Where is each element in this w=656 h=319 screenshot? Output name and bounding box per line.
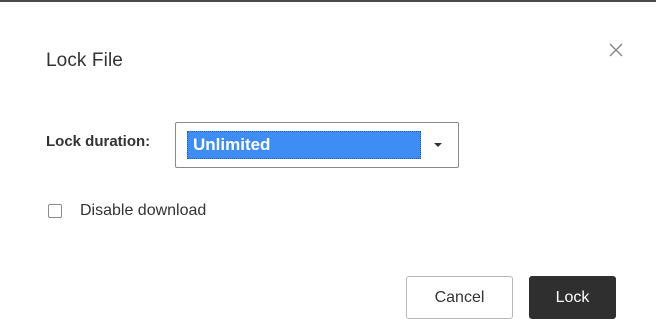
- disable-download-label[interactable]: Disable download: [80, 202, 206, 220]
- lock-duration-select[interactable]: Unlimited: [175, 122, 459, 168]
- close-button[interactable]: [605, 39, 627, 61]
- cancel-button[interactable]: Cancel: [406, 276, 513, 319]
- disable-download-checkbox[interactable]: [48, 204, 62, 218]
- lock-button[interactable]: Lock: [529, 276, 616, 319]
- lock-file-dialog: Lock File Lock duration: Unlimited Disab…: [0, 0, 656, 319]
- dialog-top-border: [0, 0, 656, 2]
- lock-duration-label: Lock duration:: [46, 133, 151, 150]
- dialog-title: Lock File: [46, 50, 123, 71]
- close-icon: [605, 39, 627, 61]
- caret-down-icon: [434, 143, 442, 147]
- lock-duration-value: Unlimited: [193, 135, 271, 154]
